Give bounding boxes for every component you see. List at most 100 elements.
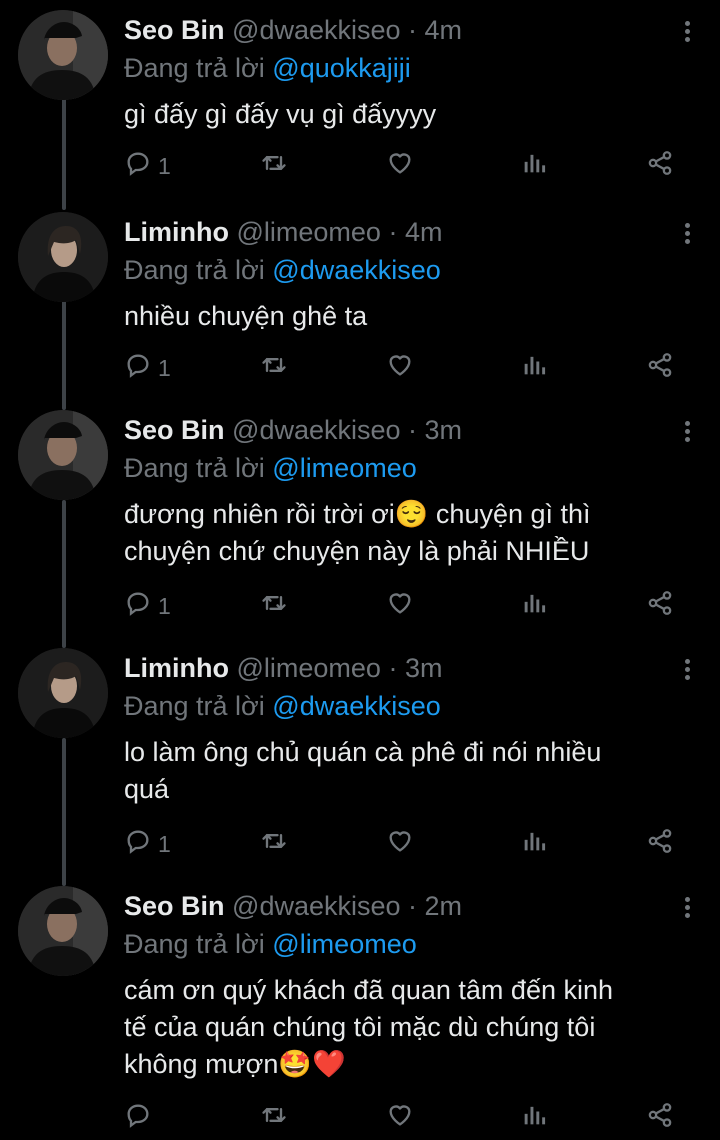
tweet-text-line: đương nhiên rồi trời ơi😌 chuyện gì thì: [124, 499, 591, 529]
reply-icon: [124, 351, 152, 385]
tweet-text: lo làm ông chủ quán cà phê đi nói nhiều q…: [124, 734, 690, 808]
share-button[interactable]: [646, 588, 674, 624]
reply-button[interactable]: 1: [124, 826, 171, 862]
thread-line: [62, 300, 66, 410]
more-options-icon[interactable]: [680, 656, 694, 686]
replying-to-handle[interactable]: @quokkajiji: [272, 53, 410, 83]
display-name[interactable]: Liminho: [124, 653, 229, 683]
like-icon: [386, 1101, 414, 1135]
tweet-actions: 1: [124, 588, 684, 624]
replying-to-handle[interactable]: @limeomeo: [272, 929, 416, 959]
analytics-icon: [520, 149, 548, 183]
share-icon: [646, 1101, 674, 1135]
avatar[interactable]: [18, 648, 108, 738]
reply-icon: [124, 149, 152, 183]
reply-icon: [124, 589, 152, 623]
user-handle[interactable]: @limeomeo: [237, 217, 381, 247]
like-button[interactable]: [386, 148, 414, 184]
share-icon: [646, 827, 674, 861]
share-button[interactable]: [646, 826, 674, 862]
share-icon: [646, 351, 674, 385]
user-handle[interactable]: @dwaekkiseo: [232, 891, 401, 921]
retweet-icon: [260, 827, 288, 861]
more-options-icon[interactable]: [680, 220, 694, 250]
display-name[interactable]: Liminho: [124, 217, 229, 247]
like-button[interactable]: [386, 588, 414, 624]
user-handle[interactable]: @dwaekkiseo: [232, 15, 401, 45]
display-name[interactable]: Seo Bin: [124, 891, 225, 921]
analytics-button[interactable]: [520, 148, 548, 184]
replying-to-label: Đang trả lời: [124, 691, 265, 721]
tweet-text-line: nhiều chuyện ghê ta: [124, 301, 368, 331]
tweet-actions: 1: [124, 350, 684, 386]
replying-to: Đang trả lời @dwaekkiseo: [124, 688, 690, 724]
tweet-text: đương nhiên rồi trời ơi😌 chuyện gì thì ch…: [124, 496, 690, 570]
tweet-content: Seo Bin @dwaekkiseo · 4m Đang trả lời @qu…: [124, 10, 690, 133]
more-options-icon[interactable]: [680, 18, 694, 48]
avatar[interactable]: [18, 410, 108, 500]
display-name[interactable]: Seo Bin: [124, 15, 225, 45]
retweet-button[interactable]: [260, 148, 288, 184]
share-button[interactable]: [646, 148, 674, 184]
tweet-text-line: lo làm ông chủ quán cà phê đi nói nhiều: [124, 737, 602, 767]
like-icon: [386, 149, 414, 183]
retweet-icon: [260, 149, 288, 183]
tweet-actions: [124, 1100, 684, 1136]
like-button[interactable]: [386, 826, 414, 862]
retweet-icon: [260, 589, 288, 623]
reply-button[interactable]: 1: [124, 350, 171, 386]
display-name[interactable]: Seo Bin: [124, 415, 225, 445]
thread-line: [62, 98, 66, 210]
retweet-button[interactable]: [260, 588, 288, 624]
user-handle[interactable]: @dwaekkiseo: [232, 415, 401, 445]
tweet-header: Liminho @limeomeo · 3m: [124, 648, 690, 688]
tweet-text-line: tế của quán chúng tôi mặc dù chúng tôi: [124, 1012, 596, 1042]
replying-to-handle[interactable]: @dwaekkiseo: [272, 255, 441, 285]
share-button[interactable]: [646, 350, 674, 386]
replying-to-handle[interactable]: @limeomeo: [272, 453, 416, 483]
replying-to-label: Đang trả lời: [124, 929, 265, 959]
tweet-header: Seo Bin @dwaekkiseo · 2m: [124, 886, 690, 926]
more-options-icon[interactable]: [680, 418, 694, 448]
avatar[interactable]: [18, 886, 108, 976]
analytics-icon: [520, 1101, 548, 1135]
reply-count: 1: [158, 354, 171, 381]
tweet-text-line: chuyện chứ chuyện này là phải NHIỀU: [124, 536, 590, 566]
like-button[interactable]: [386, 350, 414, 386]
timestamp: · 2m: [408, 891, 463, 921]
reply-count: 1: [158, 592, 171, 619]
tweet-header: Seo Bin @dwaekkiseo · 4m: [124, 10, 690, 50]
analytics-button[interactable]: [520, 588, 548, 624]
share-button[interactable]: [646, 1100, 674, 1136]
replying-to-label: Đang trả lời: [124, 453, 265, 483]
retweet-button[interactable]: [260, 350, 288, 386]
tweet-content: Liminho @limeomeo · 4m Đang trả lời @dwae…: [124, 212, 690, 335]
replying-to: Đang trả lời @limeomeo: [124, 926, 690, 962]
more-options-icon[interactable]: [680, 894, 694, 924]
user-handle[interactable]: @limeomeo: [237, 653, 381, 683]
replying-to: Đang trả lời @limeomeo: [124, 450, 690, 486]
avatar[interactable]: [18, 212, 108, 302]
avatar[interactable]: [18, 10, 108, 100]
tweet-text: nhiều chuyện ghê ta: [124, 298, 690, 335]
reply-button[interactable]: 1: [124, 588, 171, 624]
retweet-icon: [260, 1101, 288, 1135]
like-button[interactable]: [386, 1100, 414, 1136]
tweet-actions: 1: [124, 148, 684, 184]
analytics-button[interactable]: [520, 350, 548, 386]
timestamp: · 3m: [388, 653, 443, 683]
replying-to-handle[interactable]: @dwaekkiseo: [272, 691, 441, 721]
retweet-button[interactable]: [260, 826, 288, 862]
share-icon: [646, 149, 674, 183]
like-icon: [386, 351, 414, 385]
replying-to: Đang trả lời @quokkajiji: [124, 50, 690, 86]
analytics-button[interactable]: [520, 826, 548, 862]
analytics-button[interactable]: [520, 1100, 548, 1136]
reply-count: 1: [158, 830, 171, 857]
retweet-button[interactable]: [260, 1100, 288, 1136]
tweet-header: Seo Bin @dwaekkiseo · 3m: [124, 410, 690, 450]
tweet-content: Seo Bin @dwaekkiseo · 3m Đang trả lời @li…: [124, 410, 690, 570]
reply-icon: [124, 1101, 152, 1135]
reply-button[interactable]: 1: [124, 148, 171, 184]
reply-button[interactable]: [124, 1100, 152, 1136]
